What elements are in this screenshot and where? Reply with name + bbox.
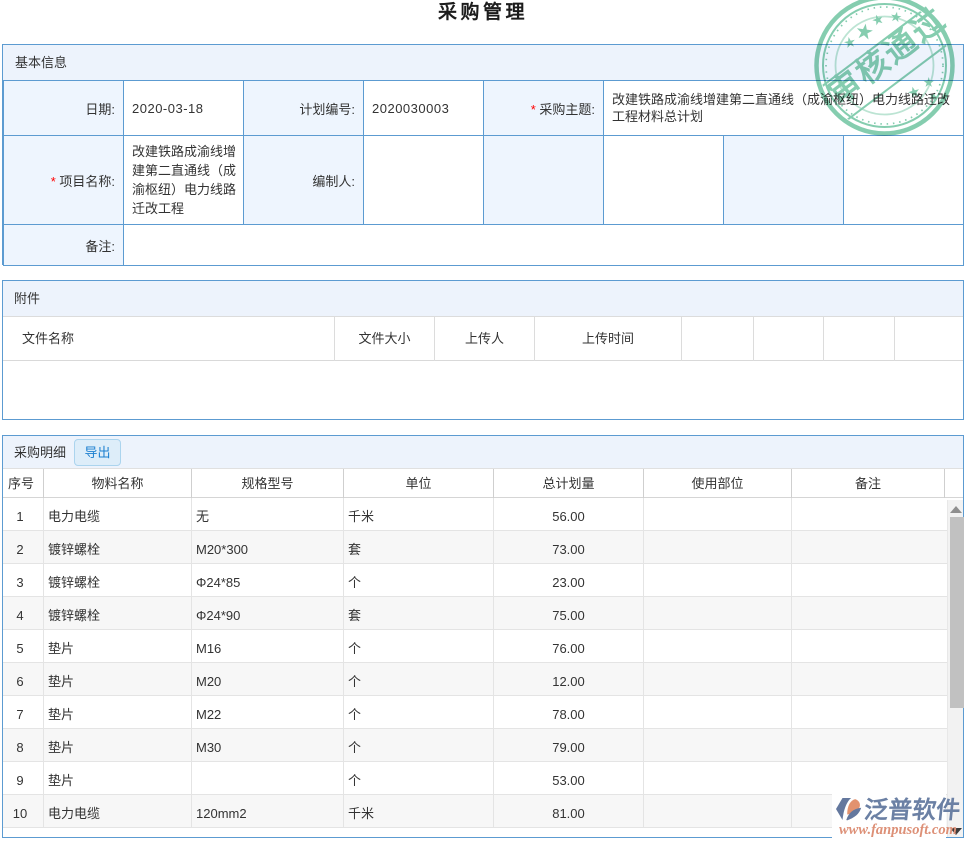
svg-text:www.fanpusoft.com: www.fanpusoft.com [839,822,957,838]
svg-text:泛普软件: 泛普软件 [863,796,962,824]
